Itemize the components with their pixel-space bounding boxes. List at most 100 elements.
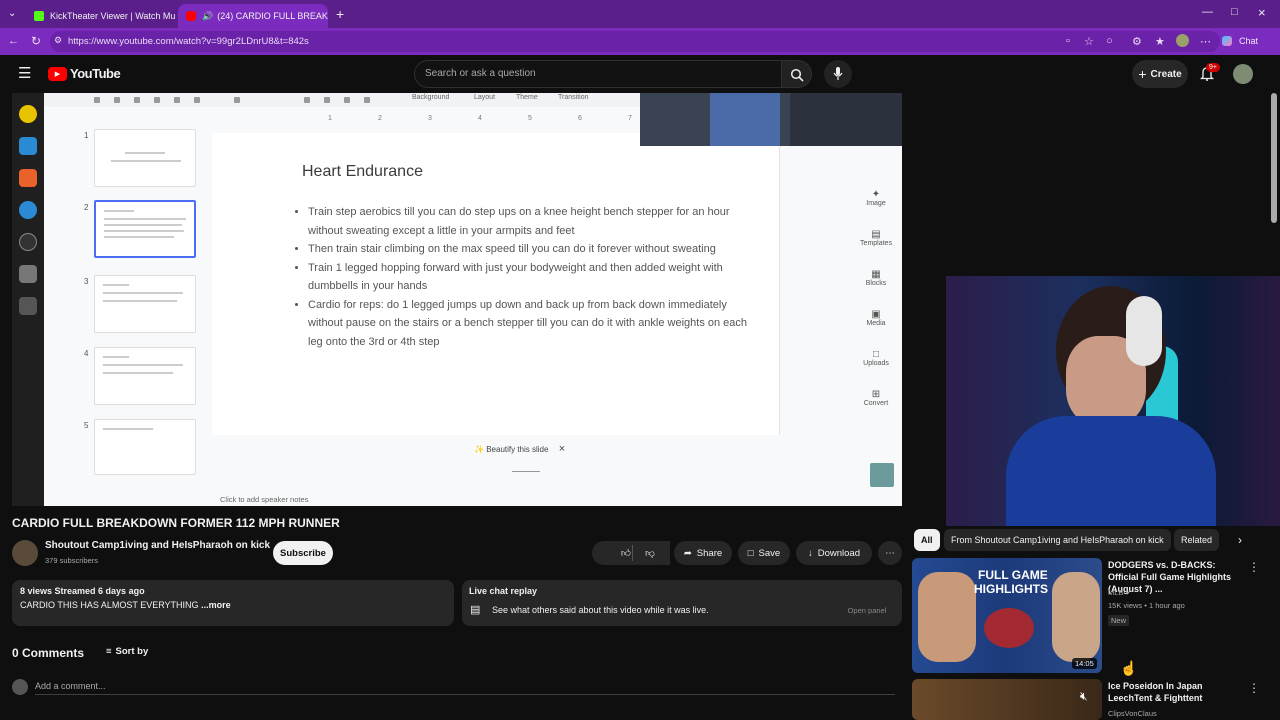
bullet-item: Cardio for reps: do 1 legged jumps up do… [308,296,758,352]
more-vert-icon[interactable]: ⋮ [1248,681,1260,695]
account-avatar[interactable] [1233,64,1253,84]
slide-number: 3 [84,277,89,286]
favorites-icon[interactable]: ★ [1155,35,1165,48]
copilot-icon[interactable] [1222,36,1232,46]
logo-text: YouTube [70,66,121,81]
app-icon [19,137,37,155]
sparkle-icon: ✨ [474,445,484,454]
app-icon [19,169,37,187]
channel-avatar[interactable] [12,540,38,566]
bookmark-icon: □ [747,547,754,559]
bullet-item: Then train stair climbing on the max spe… [308,240,758,259]
menu-dots-icon[interactable]: ⋯ [1200,35,1211,48]
chevron-right-icon[interactable]: › [1238,533,1242,547]
person-jersey [1006,416,1216,526]
obs-icon [19,233,37,251]
more-actions-button[interactable]: ⋯ [878,541,902,565]
app-icon [19,105,37,123]
tool-blocks: ▦ Blocks [865,269,887,287]
tab-list-icon[interactable]: ⌄ [8,8,16,19]
beautify-slide-hint: ✨ Beautify this slide × [474,443,566,455]
thumbs-up-icon: 👍︎ [620,548,631,559]
slide-number: 4 [84,349,89,358]
close-window-icon[interactable]: × [1258,5,1266,20]
recommendation-thumbnail[interactable]: FULL GAME HIGHLIGHTS 14:05 [912,558,1102,673]
thumb-text: FULL GAME [978,568,1048,582]
back-icon[interactable]: ← [8,35,19,47]
omnibox[interactable]: ⚙ https://www.youtube.com/watch?v=99gr2L… [50,31,1220,52]
add-comment-input[interactable]: Add a comment... [35,681,895,695]
user-avatar [12,679,28,695]
profile-thumbnail [870,463,894,487]
tab-title: KickTheater Viewer | Watch Multip [50,11,176,21]
new-tab-icon[interactable]: + [336,6,344,22]
recommendation-thumbnail[interactable]: 🔇︎ [912,679,1102,720]
bullet-item: Train step aerobics till you can do step… [308,203,758,240]
youtube-favicon-icon [186,11,196,21]
slide-thumbnail [94,275,196,333]
more-link[interactable]: ...more [201,600,231,610]
comments-count: 0 Comments [12,646,85,660]
site-info-icon[interactable]: ⚙ [54,35,62,46]
hamburger-menu-icon[interactable]: ☰ [18,64,31,82]
slide-thumbnail-selected [94,200,196,258]
slide-number: 5 [84,421,89,430]
chip-related[interactable]: Related [1174,529,1220,551]
slide-thumbnail [94,347,196,405]
speaker-icon: 🔊 [202,10,214,21]
chat-label[interactable]: Chat [1239,36,1258,46]
slide-thumbnail [94,129,196,187]
youtube-header: ☰ ▶ YouTube Search or ask a question + C… [0,55,1280,93]
minimize-icon[interactable]: — [1202,6,1213,18]
recommendation-title[interactable]: Ice Poseidon In Japan LeechTent & Fightt… [1108,680,1248,704]
speaker-notes-placeholder: Click to add speaker notes [220,495,309,504]
mute-icon: 🔇︎ [1080,689,1088,703]
bookmark-star-icon[interactable]: ☆ [1084,35,1094,48]
video-player[interactable]: Background Layout Theme Transition 1 2 3… [12,93,902,506]
open-panel-button[interactable]: Open panel [842,602,892,618]
create-button[interactable]: + Create [1132,60,1188,88]
description-box[interactable]: 8 views Streamed 6 days ago CARDIO THIS … [12,580,454,626]
microphone-icon [833,67,843,80]
save-button[interactable]: □ Save [738,541,790,565]
voice-search-button[interactable] [824,60,852,88]
url-text: https://www.youtube.com/watch?v=99gr2LDn… [68,36,309,47]
screen-dock [12,93,44,506]
recommendation-channel: MLB ✔ [1108,588,1132,597]
download-button[interactable]: ↓ Download [796,541,872,565]
sort-by-button[interactable]: ≡ Sort by [106,646,148,657]
tab-youtube-active[interactable]: 🔊 (24) CARDIO FULL BREAKDOWN × [178,4,328,28]
search-placeholder: Search or ask a question [425,68,536,79]
profile-avatar[interactable] [1176,34,1189,47]
subscribe-button[interactable]: Subscribe [273,541,333,565]
live-chat-text: See what others said about this video wh… [492,605,709,615]
install-app-icon[interactable]: ▫ [1066,35,1070,47]
chat-bubble-icon: ▤ [470,604,481,616]
page-scrollbar[interactable] [1271,93,1277,223]
more-vert-icon[interactable]: ⋮ [1248,560,1260,574]
share-button[interactable]: ➦ Share [674,541,732,565]
create-label: Create [1150,68,1182,80]
chip-all[interactable]: All [914,529,940,551]
reload-icon[interactable]: ↻ [31,34,41,48]
search-button[interactable] [782,60,812,88]
chip-from-channel[interactable]: From Shoutout Camp1iving and HeIsPharaoh… [944,529,1171,551]
youtube-logo[interactable]: ▶ YouTube [48,66,121,81]
tool-convert: ⊞ Convert [863,389,889,407]
menu-theme: Theme [516,94,538,101]
maximize-icon[interactable]: □ [1231,6,1238,18]
app-icon [19,201,37,219]
tool-image: ✦ Image [866,189,886,207]
search-input[interactable]: Search or ask a question [414,60,782,88]
streamer-webcam [946,276,1280,526]
thumbs-down-icon: 👎︎ [645,548,655,559]
thumb-text: HIGHLIGHTS [974,582,1048,596]
dislike-button[interactable]: 👎︎ [633,541,667,565]
menu-layout: Layout [474,94,496,101]
tab-kicktheater[interactable]: KickTheater Viewer | Watch Multip × [26,4,176,28]
extension-icon[interactable]: ○ [1106,35,1113,47]
puzzle-icon[interactable]: ⚙ [1132,35,1142,48]
channel-name[interactable]: Shoutout Camp1iving and HeIsPharaoh on k… [45,540,270,551]
slide-bullets: Train step aerobics till you can do step… [308,203,758,351]
menu-transition: Transition [558,94,589,101]
